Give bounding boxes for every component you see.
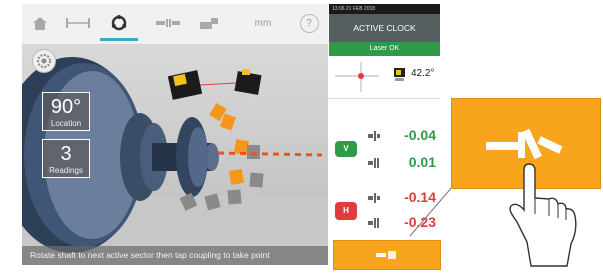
measurement-scene[interactable]: 90° Location 3 Readings Rotate shaft to … [22,45,328,265]
v-gap-value: 0.01 [408,154,436,170]
settings-gear-icon[interactable] [32,49,56,73]
angle-value: 42.2° [411,68,435,79]
offset-icon [368,131,380,141]
offset-icon [368,193,380,203]
take-point-button[interactable] [333,240,441,270]
h-gap-row: -0.23 [329,209,440,237]
h-offset-value: -0.14 [404,189,436,205]
home-icon [33,17,47,30]
move-button[interactable] [194,8,224,38]
results-panel: 13:06 21 FEB 2018 ACTIVE CLOCK Laser OK … [329,4,441,270]
h-gap-value: -0.23 [404,214,436,230]
crosshair-icon [335,62,379,92]
instruction-bar: Rotate shaft to next active sector then … [22,246,328,265]
measure-tab[interactable] [100,8,138,41]
top-toolbar: mm ? [22,4,328,45]
coupling-icon [376,251,396,259]
dimensions-icon [66,18,90,28]
measure-ring-icon [111,15,127,31]
location-box: 90° Location [42,92,90,131]
location-value: 90° [50,96,82,118]
coupling-icon [156,19,180,27]
coupling-results-button[interactable] [152,8,184,38]
unit-button[interactable]: mm [250,8,276,38]
home-button[interactable] [28,8,52,38]
inclinometer-icon [394,68,405,81]
location-label: Location [50,119,82,128]
readings-value: 3 [60,143,72,165]
v-gap-row: 0.01 [329,149,440,177]
laser-status: Laser OK [329,42,440,56]
dimensions-button[interactable] [62,8,94,38]
help-button[interactable]: ? [298,8,320,38]
readings-box: 3 Readings [42,139,90,178]
panel-title: ACTIVE CLOCK [329,14,440,42]
readings-label: Readings [49,166,83,175]
help-icon: ? [299,13,319,33]
gap-icon [368,158,379,168]
move-machine-icon [200,18,218,29]
v-offset-value: -0.04 [404,127,436,143]
hand-pointer-icon [509,163,577,267]
gap-icon [368,218,379,228]
system-status-bar: 13:06 21 FEB 2018 [329,4,440,14]
angle-row: 42.2° [329,56,440,99]
